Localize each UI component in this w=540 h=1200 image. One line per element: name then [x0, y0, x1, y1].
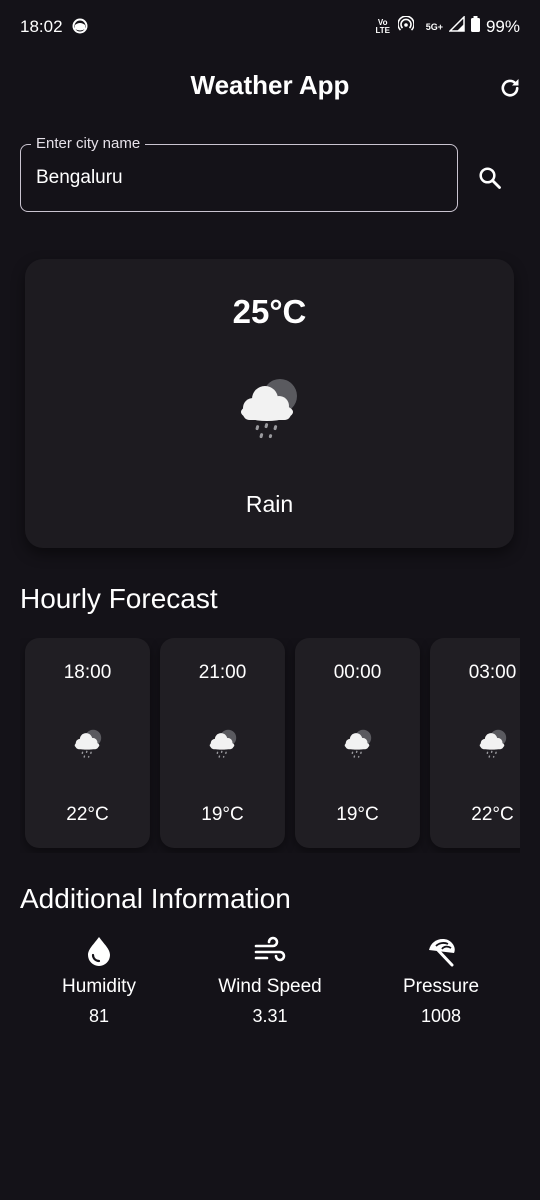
- hourly-card: 03:00 22°C: [430, 638, 520, 848]
- app-title: Weather App: [190, 70, 350, 100]
- humidity-label: Humidity: [62, 976, 136, 997]
- battery-icon: [470, 16, 480, 37]
- rain-cloud-icon: [474, 726, 510, 762]
- beach-access-icon: [429, 939, 455, 967]
- hourly-forecast-list[interactable]: 18:00 22°C 21:00 19°C 00:00 19°C 03:00 2…: [20, 638, 520, 853]
- water-drop-icon: [88, 937, 110, 966]
- hourly-temp: 22°C: [471, 804, 514, 825]
- humidity-info: Humidity 81: [19, 934, 179, 1027]
- hourly-time: 18:00: [63, 662, 112, 683]
- status-bar: 18:02 Vo LTE 5G+ 99%: [0, 0, 540, 54]
- rain-cloud-icon: [339, 726, 375, 762]
- battery-percent: 99%: [485, 16, 520, 36]
- pressure-label: Pressure: [402, 976, 480, 997]
- volte-icon: Vo LTE: [374, 18, 392, 35]
- city-search-label: Enter city name: [31, 135, 146, 152]
- current-weather-card: 25°C Rain: [25, 259, 514, 548]
- pressure-value: 1008: [420, 1006, 462, 1026]
- rain-cloud-icon: [229, 371, 305, 447]
- hourly-card: 00:00 19°C: [295, 638, 420, 848]
- hourly-temp: 19°C: [336, 804, 379, 825]
- pressure-info: Pressure 1008: [361, 934, 521, 1027]
- city-search-input[interactable]: Bengaluru: [36, 167, 123, 189]
- signal-icon: [448, 15, 465, 37]
- hourly-time: 21:00: [198, 662, 247, 683]
- current-condition: Rain: [245, 491, 294, 517]
- refresh-button[interactable]: [494, 74, 526, 106]
- air-icon: [254, 936, 286, 962]
- rain-cloud-icon: [204, 726, 240, 762]
- current-temperature: 25°C: [232, 293, 307, 330]
- search-icon: [477, 165, 503, 196]
- status-indicators: Vo LTE 5G+ 99%: [374, 15, 520, 37]
- status-time: 18:02: [20, 17, 63, 36]
- hourly-card: 21:00 19°C: [160, 638, 285, 848]
- wind-speed-label: Wind Speed: [218, 976, 322, 997]
- hourly-temp: 19°C: [201, 804, 244, 825]
- additional-info-title: Additional Information: [20, 883, 291, 914]
- refresh-icon: [498, 76, 522, 105]
- volte-bottom-label: LTE: [375, 25, 390, 35]
- wind-speed-value: 3.31: [252, 1006, 288, 1026]
- hourly-time: 03:00: [468, 662, 517, 683]
- rain-cloud-icon: [69, 726, 105, 762]
- hourly-time: 00:00: [333, 662, 382, 683]
- wind-speed-info: Wind Speed 3.31: [190, 934, 350, 1027]
- notification-icon: [72, 18, 88, 39]
- hourly-forecast-title: Hourly Forecast: [20, 583, 218, 614]
- hourly-card: 18:00 22°C: [25, 638, 150, 848]
- hotspot-icon: [396, 15, 415, 37]
- network-type-label: 5G+: [425, 21, 443, 32]
- humidity-value: 81: [88, 1006, 110, 1026]
- search-button[interactable]: [470, 160, 510, 200]
- city-search-field[interactable]: Enter city name Bengaluru: [20, 135, 458, 212]
- hourly-temp: 22°C: [66, 804, 109, 825]
